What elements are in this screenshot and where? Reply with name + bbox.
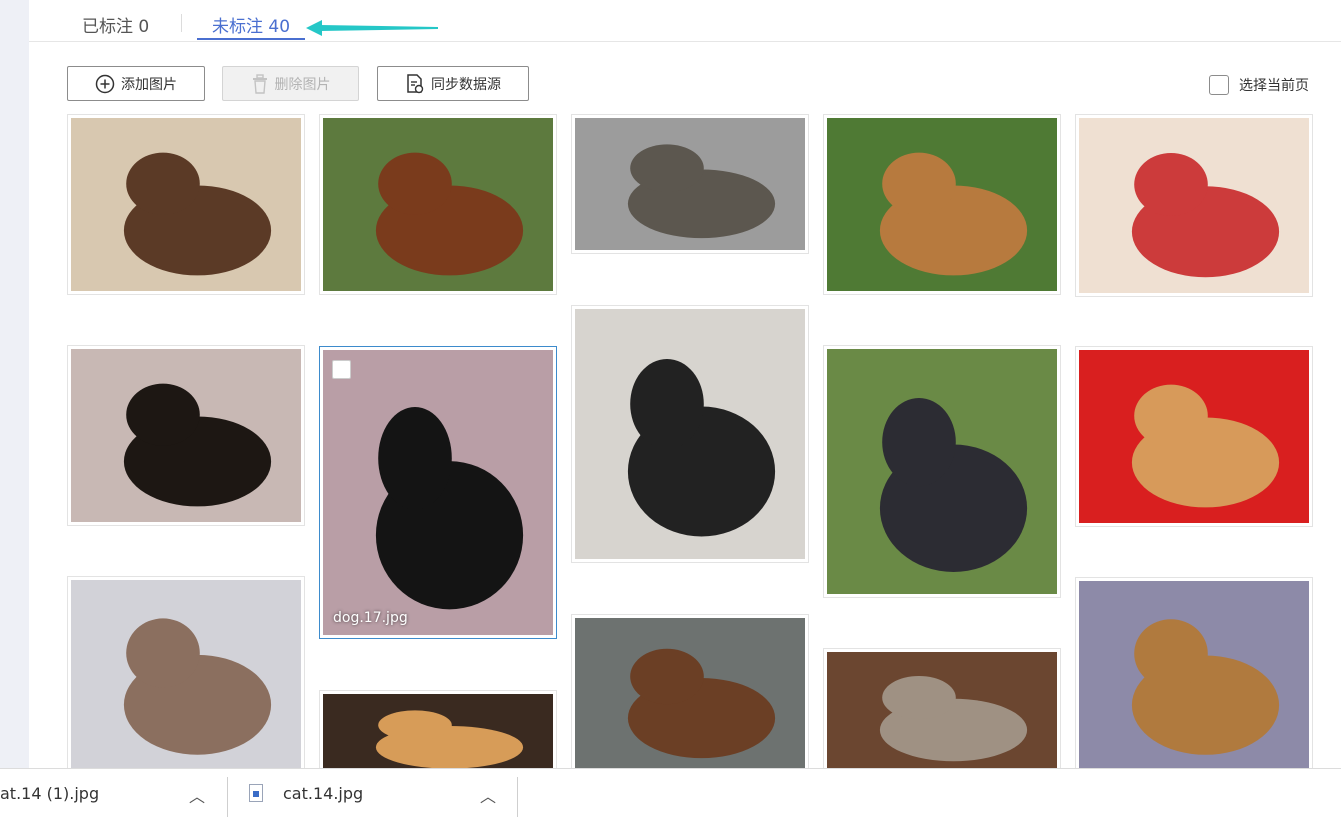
thumb-cat-5[interactable]: [823, 648, 1061, 768]
dog-photo: [71, 349, 301, 522]
image-filename: dog.17.jpg: [333, 610, 408, 626]
download-filename: at.14 (1).jpg: [0, 783, 100, 803]
thumb-dog-1[interactable]: [67, 114, 305, 295]
thumb-dog-2[interactable]: [319, 114, 557, 295]
thumb-dog-6[interactable]: [823, 345, 1061, 598]
download-filename: cat.14.jpg: [283, 783, 364, 803]
dog-photo: [323, 350, 553, 635]
dog-photo: [1079, 581, 1309, 768]
thumb-dog-3[interactable]: [823, 114, 1061, 295]
dog-photo: [827, 118, 1057, 291]
download-divider: [517, 777, 518, 817]
thumb-dog-9[interactable]: [1075, 577, 1313, 768]
download-bar: at.14 (1).jpg ︿ cat.14.jpg ︿: [0, 768, 1341, 817]
download-item[interactable]: cat.14.jpg ︿: [228, 769, 518, 817]
cat-photo: [575, 118, 805, 250]
image-file-icon: [249, 784, 263, 802]
cat-photo: [827, 652, 1057, 768]
thumb-cat-1[interactable]: [571, 114, 809, 254]
chevron-up-icon[interactable]: ︿: [480, 783, 496, 807]
dog-photo: [575, 309, 805, 559]
dog-photo: [71, 580, 301, 768]
dog-photo: [575, 618, 805, 768]
thumb-cat-4[interactable]: [319, 690, 557, 768]
dog-photo: [71, 118, 301, 291]
thumb-dog-5[interactable]: [571, 305, 809, 563]
cat-photo: [1079, 350, 1309, 523]
cat-photo: [323, 694, 553, 768]
thumb-dog-8[interactable]: [571, 614, 809, 768]
thumb-dog-17[interactable]: dog.17.jpg: [319, 346, 557, 639]
chevron-up-icon[interactable]: ︿: [189, 783, 205, 807]
download-item[interactable]: at.14 (1).jpg ︿: [0, 769, 227, 817]
thumb-cat-3[interactable]: [1075, 346, 1313, 527]
image-select-checkbox[interactable]: [332, 360, 351, 379]
cat-photo: [1079, 118, 1309, 293]
thumb-dog-4[interactable]: [67, 345, 305, 526]
thumb-cat-2[interactable]: [1075, 114, 1313, 297]
dog-photo: [827, 349, 1057, 594]
dog-photo: [323, 118, 553, 291]
thumb-dog-7[interactable]: [67, 576, 305, 768]
image-grid: dog.17.jpg: [0, 0, 1341, 768]
